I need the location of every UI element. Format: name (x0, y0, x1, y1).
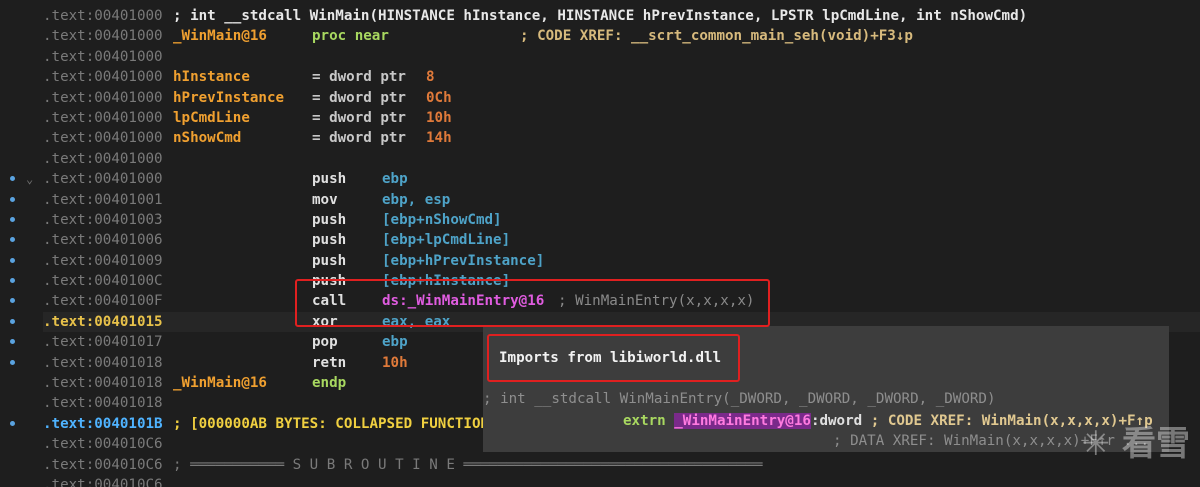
operand[interactable]: ebp (382, 332, 408, 352)
operand[interactable]: ebp (382, 169, 408, 189)
arg-name[interactable]: hPrevInstance (173, 88, 284, 108)
arg-type: = dword ptr (312, 69, 406, 86)
breakpoint-dot[interactable] (10, 197, 15, 202)
breakpoint-dot[interactable] (10, 258, 15, 263)
watermark-logo: ✳ 看雪 (1081, 424, 1190, 464)
address: .text:00401018 (43, 395, 163, 412)
operand[interactable]: [ebp+hPrevInstance] (382, 251, 544, 271)
listing-line[interactable]: .text:00401000 hInstance = dword ptr 8 (43, 67, 1200, 87)
address: .text:0040100F (43, 293, 163, 310)
address-selected: .text:0040101B (43, 415, 163, 432)
address: .text:00401000 (43, 8, 163, 24)
highlight-box-popup-title (487, 334, 740, 382)
breakpoint-gutter[interactable]: ⌄ (0, 0, 40, 487)
address: .text:00401000 (43, 150, 163, 167)
listing-line[interactable]: .text:00401000 hPrevInstance = dword ptr… (43, 88, 1200, 108)
instruction-line[interactable]: .text:00401009 push [ebp+hPrevInstance] (43, 251, 1200, 271)
arg-offset: 0Ch (426, 89, 452, 106)
listing-line[interactable]: .text:004010C6 ; ═══════════ S U B R O U… (43, 455, 1200, 475)
arg-name[interactable]: lpCmdLine (173, 108, 250, 128)
arg-offset: 8 (426, 69, 435, 86)
address: .text:00401018 (43, 375, 163, 392)
code-xref-comment[interactable]: ; CODE XREF: __scrt_common_main_seh(void… (520, 26, 913, 46)
arg-type: = dword ptr (312, 89, 406, 106)
address: .text:004010C6 (43, 476, 163, 487)
instruction-line[interactable]: .text:00401006 push [ebp+lpCmdLine] (43, 230, 1200, 250)
address: .text:00401018 (43, 354, 163, 371)
mnemonic: pop (312, 334, 338, 351)
function-prototype-comment: ; int __stdcall WinMain(HINSTANCE hInsta… (173, 8, 1028, 24)
address-current: .text:00401015 (43, 313, 163, 330)
address: .text:00401000 (43, 48, 163, 65)
address: .text:00401017 (43, 334, 163, 351)
address: .text:00401000 (43, 28, 163, 45)
mnemonic: push (312, 232, 347, 249)
highlight-box-call (295, 279, 770, 327)
arg-type: = dword ptr (312, 109, 406, 126)
address: .text:004010C6 (43, 456, 163, 473)
breakpoint-dot[interactable] (10, 298, 15, 303)
mnemonic: push (312, 211, 347, 228)
popup-extrn-line: extrn _WinMainEntry@16:dword ; CODE XREF… (623, 411, 1153, 431)
breakpoint-dot[interactable] (10, 176, 15, 181)
breakpoint-dot[interactable] (10, 319, 15, 324)
address: .text:00401000 (43, 171, 163, 188)
breakpoint-dot[interactable] (10, 339, 15, 344)
address: .text:00401003 (43, 211, 163, 228)
operand[interactable]: [ebp+lpCmdLine] (382, 230, 510, 250)
mnemonic: mov (312, 191, 338, 208)
instruction-line[interactable]: .text:00401001 mov ebp, esp (43, 190, 1200, 210)
breakpoint-dot[interactable] (10, 421, 15, 426)
mnemonic: push (312, 171, 347, 188)
arg-type: = dword ptr (312, 130, 406, 147)
arg-name[interactable]: nShowCmd (173, 128, 241, 148)
collapsed-function[interactable]: ; [000000AB BYTES: COLLAPSED FUNCTION (173, 414, 489, 434)
arg-name[interactable]: hInstance (173, 67, 250, 87)
breakpoint-dot[interactable] (10, 278, 15, 283)
instruction-line[interactable]: .text:00401003 push [ebp+nShowCmd] (43, 210, 1200, 230)
address: .text:00401000 (43, 109, 163, 126)
listing-line[interactable]: .text:00401000 lpCmdLine = dword ptr 10h (43, 108, 1200, 128)
subroutine-separator: ; ═══════════ S U B R O U T I N E ══════… (173, 456, 763, 473)
extrn-name: _WinMainEntry@16 (674, 413, 811, 429)
address: .text:00401001 (43, 191, 163, 208)
address: .text:00401000 (43, 69, 163, 86)
popup-prototype: ; int __stdcall WinMainEntry(_DWORD, _DW… (483, 391, 996, 407)
listing-line[interactable]: .text:004010C6 (43, 475, 1200, 487)
listing-line[interactable]: .text:00401000 nShowCmd = dword ptr 14h (43, 128, 1200, 148)
operand[interactable]: [ebp+nShowCmd] (382, 210, 502, 230)
address: .text:00401009 (43, 252, 163, 269)
collapse-chevron-icon[interactable]: ⌄ (26, 172, 33, 186)
breakpoint-dot[interactable] (10, 217, 15, 222)
listing-line[interactable]: .text:00401000 ; int __stdcall WinMain(H… (43, 6, 1200, 26)
extrn-keyword: extrn (623, 413, 666, 429)
proc-keyword: proc near (312, 28, 389, 45)
address: .text:00401006 (43, 232, 163, 249)
listing-line[interactable]: .text:00401000 _WinMain@16 proc near ; C… (43, 26, 1200, 46)
address: .text:004010C6 (43, 436, 163, 453)
mnemonic: push (312, 252, 347, 269)
address: .text:00401000 (43, 130, 163, 147)
address: .text:00401000 (43, 89, 163, 106)
listing-line[interactable]: .text:00401000 (43, 47, 1200, 67)
proc-label[interactable]: _WinMain@16 (173, 26, 267, 46)
operand[interactable]: 10h (382, 353, 408, 373)
arg-offset: 10h (426, 109, 452, 126)
extrn-type: :dword (810, 413, 863, 429)
instruction-line[interactable]: .text:00401000 push ebp (43, 169, 1200, 189)
listing-line[interactable]: .text:00401000 (43, 149, 1200, 169)
operand[interactable]: ebp, esp (382, 190, 450, 210)
arg-offset: 14h (426, 130, 452, 147)
breakpoint-dot[interactable] (10, 360, 15, 365)
endp-label[interactable]: _WinMain@16 (173, 373, 267, 393)
breakpoint-dot[interactable] (10, 237, 15, 242)
endp-keyword: endp (312, 375, 347, 392)
address: .text:0040100C (43, 273, 163, 290)
mnemonic: retn (312, 354, 347, 371)
